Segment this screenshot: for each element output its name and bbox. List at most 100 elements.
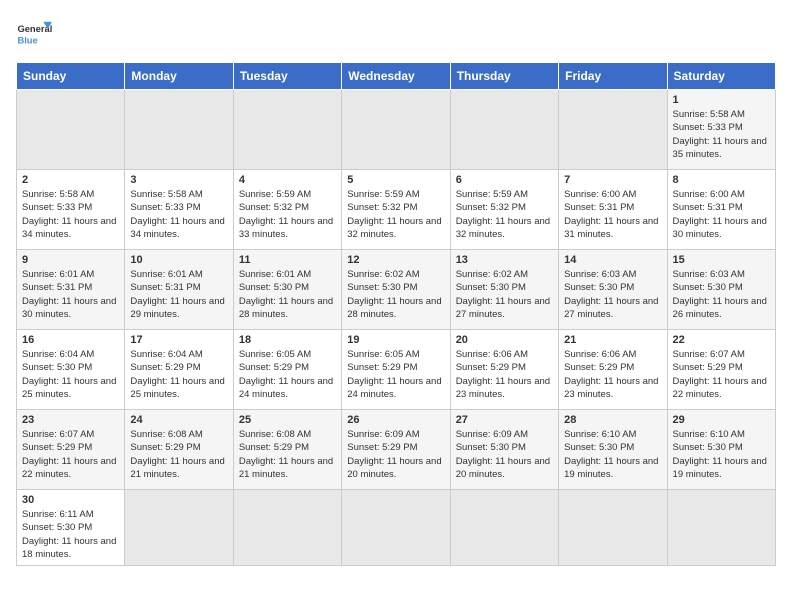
calendar-cell: 8 Sunrise: 6:00 AMSunset: 5:31 PMDaylight… bbox=[667, 170, 775, 250]
day-number: 15 bbox=[673, 254, 770, 266]
col-header-wednesday: Wednesday bbox=[342, 63, 450, 90]
day-info: Sunrise: 6:11 AMSunset: 5:30 PMDaylight:… bbox=[22, 508, 119, 561]
day-number: 1 bbox=[673, 94, 770, 106]
day-info: Sunrise: 6:01 AMSunset: 5:31 PMDaylight:… bbox=[130, 268, 227, 321]
day-number: 5 bbox=[347, 174, 444, 186]
day-info: Sunrise: 6:09 AMSunset: 5:30 PMDaylight:… bbox=[456, 428, 553, 481]
calendar-cell: 17 Sunrise: 6:04 AMSunset: 5:29 PMDayligh… bbox=[125, 330, 233, 410]
day-number: 23 bbox=[22, 414, 119, 426]
day-info: Sunrise: 6:03 AMSunset: 5:30 PMDaylight:… bbox=[564, 268, 661, 321]
day-number: 24 bbox=[130, 414, 227, 426]
col-header-friday: Friday bbox=[559, 63, 667, 90]
calendar-week-row: 30 Sunrise: 6:11 AMSunset: 5:30 PMDayligh… bbox=[17, 490, 776, 566]
day-number: 7 bbox=[564, 174, 661, 186]
day-info: Sunrise: 5:59 AMSunset: 5:32 PMDaylight:… bbox=[347, 188, 444, 241]
calendar-cell bbox=[342, 490, 450, 566]
day-info: Sunrise: 6:07 AMSunset: 5:29 PMDaylight:… bbox=[673, 348, 770, 401]
calendar-cell: 21 Sunrise: 6:06 AMSunset: 5:29 PMDayligh… bbox=[559, 330, 667, 410]
day-number: 8 bbox=[673, 174, 770, 186]
calendar-header-row: SundayMondayTuesdayWednesdayThursdayFrid… bbox=[17, 63, 776, 90]
page-header: General Blue bbox=[16, 16, 776, 52]
day-info: Sunrise: 6:08 AMSunset: 5:29 PMDaylight:… bbox=[130, 428, 227, 481]
calendar-cell: 15 Sunrise: 6:03 AMSunset: 5:30 PMDayligh… bbox=[667, 250, 775, 330]
day-number: 21 bbox=[564, 334, 661, 346]
calendar-cell: 18Sunrise: 6:05 AMSunset: 5:29 PMDayligh… bbox=[233, 330, 341, 410]
day-number: 22 bbox=[673, 334, 770, 346]
day-number: 27 bbox=[456, 414, 553, 426]
calendar-cell: 23 Sunrise: 6:07 AMSunset: 5:29 PMDayligh… bbox=[17, 410, 125, 490]
calendar-cell: 9Sunrise: 6:01 AMSunset: 5:31 PMDaylight… bbox=[17, 250, 125, 330]
calendar-cell: 19 Sunrise: 6:05 AMSunset: 5:29 PMDayligh… bbox=[342, 330, 450, 410]
calendar-cell bbox=[17, 90, 125, 170]
day-number: 6 bbox=[456, 174, 553, 186]
day-number: 4 bbox=[239, 174, 336, 186]
day-info: Sunrise: 6:00 AMSunset: 5:31 PMDaylight:… bbox=[673, 188, 770, 241]
day-number: 2 bbox=[22, 174, 119, 186]
day-info: Sunrise: 6:10 AMSunset: 5:30 PMDaylight:… bbox=[564, 428, 661, 481]
calendar-cell: 22 Sunrise: 6:07 AMSunset: 5:29 PMDayligh… bbox=[667, 330, 775, 410]
day-number: 16 bbox=[22, 334, 119, 346]
day-number: 19 bbox=[347, 334, 444, 346]
day-number: 25 bbox=[239, 414, 336, 426]
day-info: Sunrise: 6:01 AMSunset: 5:31 PMDaylight:… bbox=[22, 268, 119, 321]
calendar-cell bbox=[125, 490, 233, 566]
day-info: Sunrise: 6:02 AMSunset: 5:30 PMDaylight:… bbox=[347, 268, 444, 321]
calendar-cell: 4 Sunrise: 5:59 AMSunset: 5:32 PMDaylight… bbox=[233, 170, 341, 250]
day-info: Sunrise: 5:59 AMSunset: 5:32 PMDaylight:… bbox=[239, 188, 336, 241]
calendar-week-row: 9Sunrise: 6:01 AMSunset: 5:31 PMDaylight… bbox=[17, 250, 776, 330]
calendar-cell: 3 Sunrise: 5:58 AMSunset: 5:33 PMDaylight… bbox=[125, 170, 233, 250]
calendar-table: SundayMondayTuesdayWednesdayThursdayFrid… bbox=[16, 62, 776, 566]
day-number: 30 bbox=[22, 494, 119, 506]
day-number: 14 bbox=[564, 254, 661, 266]
calendar-cell: 10 Sunrise: 6:01 AMSunset: 5:31 PMDayligh… bbox=[125, 250, 233, 330]
col-header-sunday: Sunday bbox=[17, 63, 125, 90]
calendar-cell bbox=[450, 490, 558, 566]
calendar-cell: 20 Sunrise: 6:06 AMSunset: 5:29 PMDayligh… bbox=[450, 330, 558, 410]
general-blue-logo-icon: General Blue bbox=[16, 16, 52, 52]
col-header-monday: Monday bbox=[125, 63, 233, 90]
calendar-cell: 6 Sunrise: 5:59 AMSunset: 5:32 PMDaylight… bbox=[450, 170, 558, 250]
day-number: 20 bbox=[456, 334, 553, 346]
col-header-saturday: Saturday bbox=[667, 63, 775, 90]
calendar-week-row: 1 Sunrise: 5:58 AMSunset: 5:33 PMDaylight… bbox=[17, 90, 776, 170]
day-info: Sunrise: 5:59 AMSunset: 5:32 PMDaylight:… bbox=[456, 188, 553, 241]
day-info: Sunrise: 6:06 AMSunset: 5:29 PMDaylight:… bbox=[564, 348, 661, 401]
day-info: Sunrise: 6:04 AMSunset: 5:29 PMDaylight:… bbox=[130, 348, 227, 401]
calendar-cell: 16 Sunrise: 6:04 AMSunset: 5:30 PMDayligh… bbox=[17, 330, 125, 410]
calendar-cell: 2 Sunrise: 5:58 AMSunset: 5:33 PMDaylight… bbox=[17, 170, 125, 250]
calendar-cell: 12Sunrise: 6:02 AMSunset: 5:30 PMDayligh… bbox=[342, 250, 450, 330]
col-header-tuesday: Tuesday bbox=[233, 63, 341, 90]
day-info: Sunrise: 6:08 AMSunset: 5:29 PMDaylight:… bbox=[239, 428, 336, 481]
day-info: Sunrise: 6:03 AMSunset: 5:30 PMDaylight:… bbox=[673, 268, 770, 321]
day-number: 26 bbox=[347, 414, 444, 426]
day-info: Sunrise: 6:04 AMSunset: 5:30 PMDaylight:… bbox=[22, 348, 119, 401]
col-header-thursday: Thursday bbox=[450, 63, 558, 90]
day-info: Sunrise: 6:10 AMSunset: 5:30 PMDaylight:… bbox=[673, 428, 770, 481]
day-info: Sunrise: 6:06 AMSunset: 5:29 PMDaylight:… bbox=[456, 348, 553, 401]
day-info: Sunrise: 6:07 AMSunset: 5:29 PMDaylight:… bbox=[22, 428, 119, 481]
day-number: 10 bbox=[130, 254, 227, 266]
calendar-week-row: 16 Sunrise: 6:04 AMSunset: 5:30 PMDayligh… bbox=[17, 330, 776, 410]
calendar-week-row: 2 Sunrise: 5:58 AMSunset: 5:33 PMDaylight… bbox=[17, 170, 776, 250]
day-info: Sunrise: 5:58 AMSunset: 5:33 PMDaylight:… bbox=[673, 108, 770, 161]
calendar-cell: 1 Sunrise: 5:58 AMSunset: 5:33 PMDaylight… bbox=[667, 90, 775, 170]
calendar-cell: 29Sunrise: 6:10 AMSunset: 5:30 PMDayligh… bbox=[667, 410, 775, 490]
calendar-cell bbox=[667, 490, 775, 566]
day-info: Sunrise: 5:58 AMSunset: 5:33 PMDaylight:… bbox=[130, 188, 227, 241]
day-info: Sunrise: 6:05 AMSunset: 5:29 PMDaylight:… bbox=[347, 348, 444, 401]
logo: General Blue bbox=[16, 16, 52, 52]
day-info: Sunrise: 6:00 AMSunset: 5:31 PMDaylight:… bbox=[564, 188, 661, 241]
day-number: 13 bbox=[456, 254, 553, 266]
calendar-cell: 28Sunrise: 6:10 AMSunset: 5:30 PMDayligh… bbox=[559, 410, 667, 490]
calendar-cell: 30 Sunrise: 6:11 AMSunset: 5:30 PMDayligh… bbox=[17, 490, 125, 566]
day-number: 17 bbox=[130, 334, 227, 346]
day-number: 3 bbox=[130, 174, 227, 186]
day-info: Sunrise: 6:02 AMSunset: 5:30 PMDaylight:… bbox=[456, 268, 553, 321]
calendar-week-row: 23 Sunrise: 6:07 AMSunset: 5:29 PMDayligh… bbox=[17, 410, 776, 490]
calendar-cell: 26Sunrise: 6:09 AMSunset: 5:29 PMDayligh… bbox=[342, 410, 450, 490]
day-info: Sunrise: 6:05 AMSunset: 5:29 PMDaylight:… bbox=[239, 348, 336, 401]
day-number: 11 bbox=[239, 254, 336, 266]
day-info: Sunrise: 5:58 AMSunset: 5:33 PMDaylight:… bbox=[22, 188, 119, 241]
calendar-cell bbox=[342, 90, 450, 170]
svg-text:Blue: Blue bbox=[17, 35, 37, 45]
